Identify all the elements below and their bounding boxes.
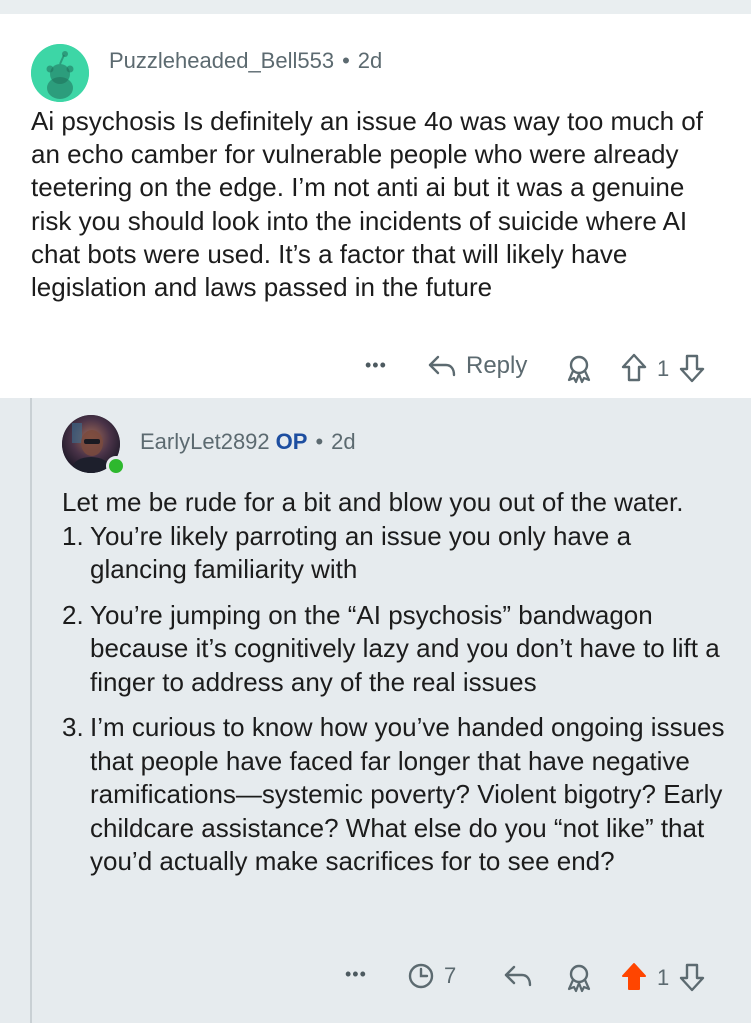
collapsed-replies-button[interactable]: 7 — [406, 961, 456, 991]
award-icon — [567, 355, 591, 384]
username[interactable]: EarlyLet2892 — [140, 429, 270, 454]
list-number: 2. — [62, 599, 84, 630]
list-number: 1. — [62, 520, 84, 551]
list-item: 2. You’re jumping on the “AI psychosis” … — [62, 599, 734, 700]
meta-separator: • — [315, 429, 324, 454]
comment-meta: EarlyLet2892 OP • 2d — [140, 429, 356, 455]
clock-icon — [408, 963, 434, 989]
comment-body: Let me be rude for a bit and blow you ou… — [62, 486, 734, 879]
op-badge: OP — [275, 429, 308, 454]
intro-text: Let me be rude for a bit and blow you ou… — [62, 487, 684, 517]
downvote-icon — [679, 354, 705, 383]
downvote-button[interactable] — [678, 352, 706, 384]
reply-comment: EarlyLet2892 OP • 2d Let me be rude for a b… — [0, 398, 751, 1023]
upvote-button[interactable] — [620, 352, 648, 384]
upvote-icon — [622, 963, 646, 990]
more-icon: ••• — [345, 964, 367, 984]
list-text: You’re likely parroting an issue you onl… — [90, 520, 632, 585]
list-item: 3. I’m curious to know how you’ve handed… — [62, 711, 734, 879]
award-button[interactable] — [564, 353, 594, 385]
comment-meta: Puzzleheaded_Bell553 • 2d — [109, 48, 382, 74]
more-button[interactable]: ••• — [365, 355, 387, 376]
reply-label: Reply — [466, 352, 528, 379]
thread-line[interactable] — [30, 398, 32, 1023]
comment-body: Ai psychosis Is definitely an issue 4o w… — [31, 106, 703, 303]
comment-actions: ••• 7 1 — [340, 958, 740, 998]
list-text: You’re jumping on the “AI psychosis” ban… — [90, 599, 720, 697]
award-button[interactable] — [564, 962, 594, 994]
avatar[interactable] — [31, 44, 89, 102]
reply-button[interactable] — [502, 961, 534, 991]
upvote-icon — [621, 353, 647, 382]
comment: Puzzleheaded_Bell553 • 2d Ai psychosis Is … — [0, 14, 751, 398]
award-icon — [567, 964, 591, 993]
list-item: 1. You’re likely parroting an issue you … — [62, 520, 734, 587]
more-icon: ••• — [365, 355, 387, 375]
comment-actions: ••• Reply 1 — [360, 349, 730, 389]
reply-count: 7 — [444, 963, 457, 988]
vote-count: 1 — [657, 356, 670, 381]
top-separator — [0, 0, 751, 14]
upvote-button[interactable] — [620, 961, 648, 993]
downvote-button[interactable] — [678, 961, 706, 993]
meta-separator: • — [342, 48, 350, 73]
snoo-avatar-icon — [31, 44, 89, 102]
reply-button[interactable]: Reply — [426, 351, 527, 381]
timestamp: 2d — [331, 429, 356, 454]
more-button[interactable]: ••• — [345, 964, 367, 985]
reply-arrow-icon — [504, 965, 532, 987]
list-text: I’m curious to know how you’ve handed on… — [90, 712, 725, 876]
reply-arrow-icon — [428, 355, 456, 377]
vote-count: 1 — [657, 965, 670, 990]
list-number: 3. — [62, 712, 84, 742]
username[interactable]: Puzzleheaded_Bell553 — [109, 48, 334, 73]
timestamp: 2d — [357, 48, 383, 73]
online-status-icon — [106, 456, 126, 476]
downvote-icon — [679, 963, 705, 992]
